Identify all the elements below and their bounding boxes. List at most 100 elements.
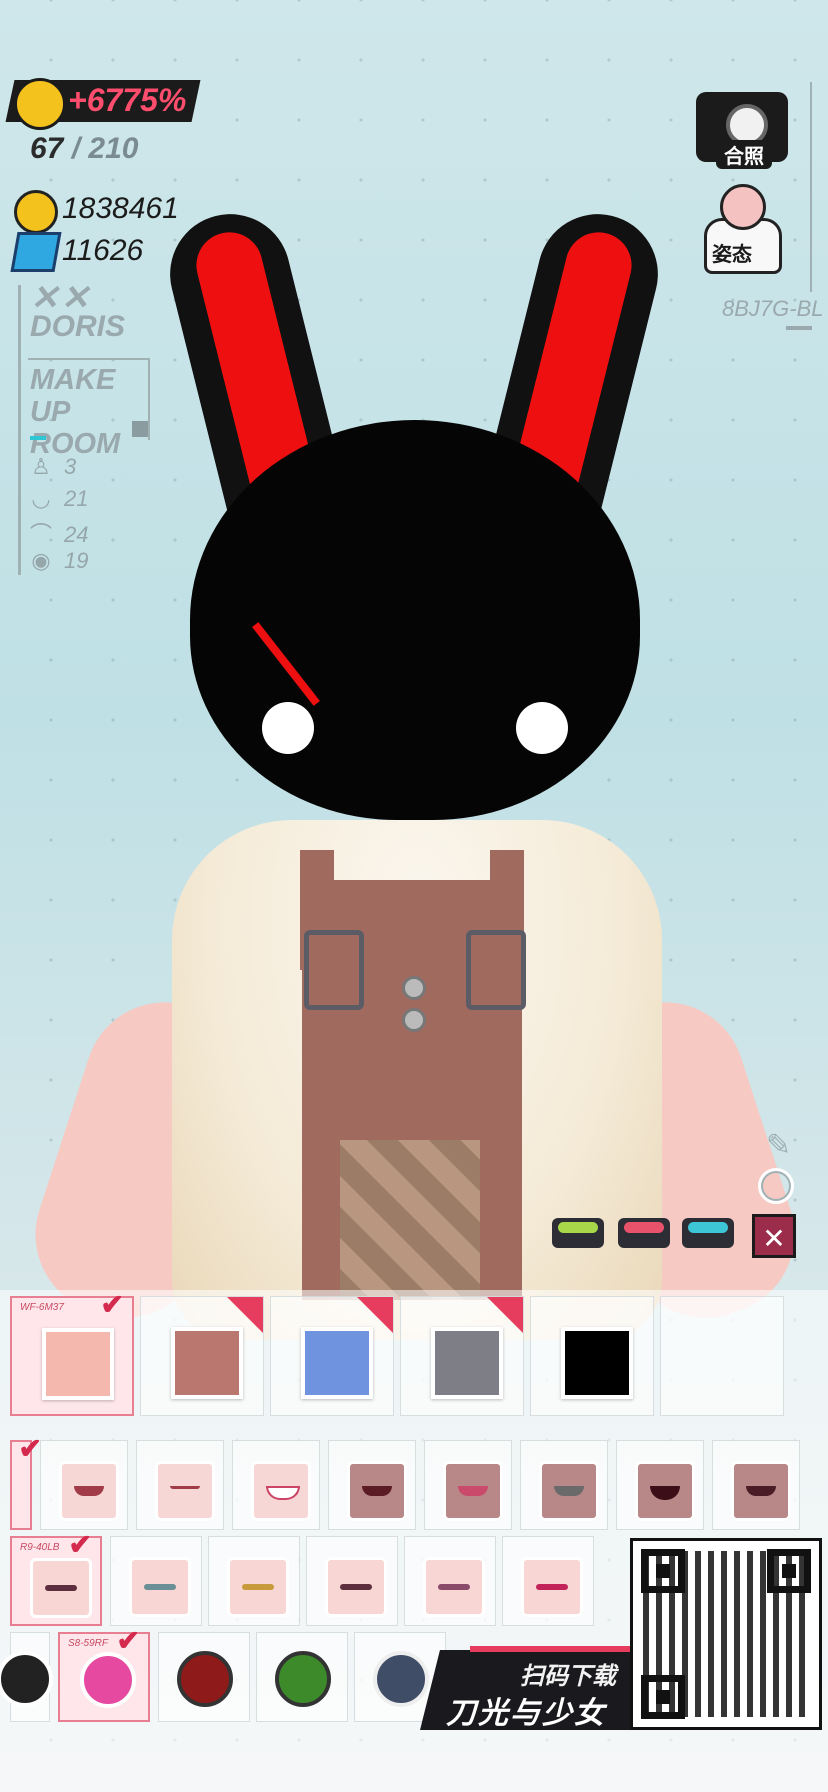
item-code: WF-6M37 <box>20 1302 64 1313</box>
skin-option-empty[interactable] <box>660 1296 784 1416</box>
edit-pen-icon[interactable]: ✎ <box>766 1128 791 1163</box>
mouth-shape <box>362 1486 392 1496</box>
room-progress-bar <box>30 436 46 440</box>
eye-thumbnail <box>521 1557 583 1617</box>
shirt-button <box>402 1008 426 1032</box>
item-code: R9-40LB <box>20 1542 60 1553</box>
mouth-option[interactable] <box>232 1440 320 1530</box>
stat-eyelash: ⌒ 24 <box>30 517 88 549</box>
eye-option[interactable] <box>306 1536 398 1626</box>
skin-option[interactable] <box>270 1296 394 1416</box>
pupil-thumbnail <box>373 1651 429 1707</box>
gem-count: 11626 <box>62 234 144 267</box>
mouth-shape <box>650 1486 680 1500</box>
skin-swatch <box>301 1327 373 1399</box>
level-current: 67 <box>30 132 64 165</box>
room-title-line1: MAKE UP <box>30 364 116 428</box>
player-name: DORIS <box>30 310 126 343</box>
check-icon: ✔ <box>68 1529 92 1560</box>
game-title: 刀光与少女 <box>446 1697 606 1730</box>
eye-thumbnail <box>30 1558 92 1618</box>
mouth-option[interactable] <box>40 1440 128 1530</box>
coin-count: 1838461 <box>62 192 179 225</box>
stat-lips: ◡ 21 <box>30 486 88 512</box>
check-icon: ✔ <box>116 1625 140 1656</box>
swatch-red-button[interactable] <box>618 1218 670 1248</box>
stat-value: 19 <box>64 548 89 573</box>
swatch-cyan <box>688 1222 728 1233</box>
pupil-option[interactable] <box>158 1632 250 1722</box>
mouth-option[interactable] <box>520 1440 608 1530</box>
mouth-shape <box>458 1486 488 1496</box>
mouth-thumbnail <box>443 1461 503 1521</box>
eye-option[interactable] <box>208 1536 300 1626</box>
eye-option[interactable]: R9-40LB ✔ <box>10 1529 102 1626</box>
mouth-option[interactable] <box>328 1440 416 1530</box>
stat-figure: ♙ 3 <box>30 454 76 480</box>
mouth-shape <box>266 1486 300 1500</box>
rabbit-mask-right-eye <box>516 702 568 754</box>
coin-icon <box>14 190 58 234</box>
mouth-thumbnail <box>731 1461 791 1521</box>
skin-swatch <box>171 1327 243 1399</box>
rabbit-mask-head[interactable] <box>190 420 640 820</box>
skin-option[interactable] <box>530 1296 654 1416</box>
mouth-thumbnail <box>251 1461 311 1521</box>
eyelash-icon: ⌒ <box>30 522 53 547</box>
skin-swatch <box>561 1327 633 1399</box>
skin-option[interactable] <box>400 1296 524 1416</box>
mouth-option-selected-edge[interactable]: ✔ <box>10 1433 42 1530</box>
pose-head-icon <box>720 184 766 230</box>
check-icon: ✔ <box>100 1289 124 1320</box>
pupil-option[interactable] <box>0 1632 53 1722</box>
qr-finder <box>641 1549 685 1593</box>
pupil-thumbnail <box>275 1651 331 1707</box>
swatch-green <box>558 1222 598 1233</box>
figure-icon: ♙ <box>31 454 51 479</box>
pupil-option[interactable] <box>256 1632 348 1722</box>
hud-divider <box>18 285 21 575</box>
eye-line <box>144 1584 176 1590</box>
left-buckle <box>304 930 364 1010</box>
rabbit-mask-left-eye <box>262 702 314 754</box>
eye-line <box>45 1585 77 1591</box>
swatch-cyan-button[interactable] <box>682 1218 734 1248</box>
apron-pocket <box>340 1140 480 1300</box>
skin-option[interactable]: WF-6M37 ✔ <box>10 1289 134 1416</box>
mouth-option[interactable] <box>136 1440 224 1530</box>
eye-line <box>536 1584 568 1590</box>
mouth-thumbnail <box>155 1461 215 1521</box>
target-icon[interactable] <box>758 1168 794 1204</box>
mouth-option[interactable] <box>424 1440 512 1530</box>
qr-finder <box>767 1549 811 1593</box>
pose-label: 姿态 <box>712 244 752 266</box>
pupil-thumbnail <box>0 1651 53 1707</box>
pupil-option[interactable]: S8-59RF ✔ <box>58 1625 150 1722</box>
swatch-red <box>624 1222 664 1233</box>
item-code: S8-59RF <box>68 1638 109 1649</box>
level-separator: / <box>71 132 81 165</box>
level-progress: 67 / 210 <box>30 132 138 166</box>
stat-value: 24 <box>64 522 89 547</box>
lips-icon: ◡ <box>31 486 51 511</box>
skin-swatch <box>431 1327 503 1399</box>
mouth-shape <box>746 1486 776 1496</box>
skin-option[interactable] <box>140 1296 264 1416</box>
eye-option[interactable] <box>110 1536 202 1626</box>
eye-option[interactable] <box>404 1536 496 1626</box>
qr-code[interactable] <box>630 1538 822 1730</box>
gem-icon <box>10 232 62 272</box>
swatch-green-button[interactable] <box>552 1218 604 1248</box>
eye-option[interactable] <box>502 1536 594 1626</box>
mouth-thumbnail <box>539 1461 599 1521</box>
scan-download-text: 扫码下载 <box>520 1663 616 1690</box>
mouth-option[interactable] <box>616 1440 704 1530</box>
skin-swatch <box>42 1328 114 1400</box>
mouth-shape <box>554 1486 584 1496</box>
eye-line <box>340 1584 372 1590</box>
close-button[interactable]: ✕ <box>752 1214 796 1258</box>
eye-line <box>438 1584 470 1590</box>
mouth-option[interactable] <box>712 1440 800 1530</box>
eye-thumbnail <box>129 1557 191 1617</box>
eye-thumbnail <box>325 1557 387 1617</box>
